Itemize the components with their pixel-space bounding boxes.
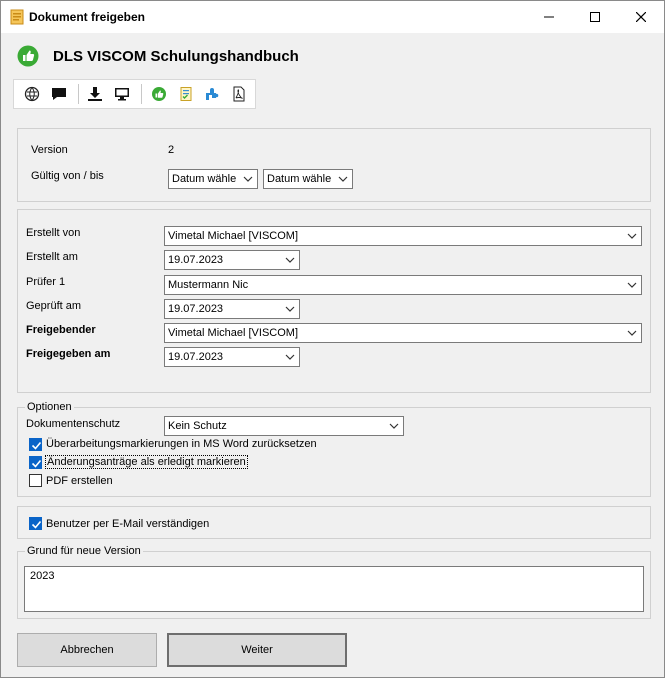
version-panel: Version 2 Gültig von / bis Datum wähle D… bbox=[17, 128, 651, 202]
approver-label: Freigebender bbox=[26, 324, 96, 336]
reason-group: Grund für neue Version 2023 bbox=[17, 545, 651, 619]
created-at-label: Erstellt am bbox=[26, 251, 78, 263]
reviewer-value: Mustermann Nic bbox=[168, 279, 249, 291]
valid-to-picker[interactable]: Datum wähle bbox=[263, 169, 353, 189]
app-icon bbox=[9, 9, 25, 25]
download-icon[interactable] bbox=[84, 83, 106, 105]
chevron-down-icon bbox=[243, 176, 253, 182]
protection-value: Kein Schutz bbox=[168, 420, 227, 432]
chevron-down-icon bbox=[389, 423, 399, 429]
toolbar-separator bbox=[77, 84, 79, 104]
thumbs-up-icon bbox=[17, 45, 39, 67]
comment-icon[interactable] bbox=[48, 83, 70, 105]
maximize-button[interactable] bbox=[572, 1, 618, 33]
globe-icon[interactable] bbox=[21, 83, 43, 105]
toolbar bbox=[13, 79, 256, 109]
approver-value: Vimetal Michael [VISCOM] bbox=[168, 327, 299, 339]
protection-label: Dokumentenschutz bbox=[26, 418, 121, 430]
reset-markup-label[interactable]: Überarbeitungsmarkierungen in MS Word zu… bbox=[46, 438, 317, 450]
mark-requests-checkbox[interactable] bbox=[29, 456, 42, 469]
created-at-picker[interactable]: 19.07.2023 bbox=[164, 250, 300, 270]
chevron-down-icon bbox=[285, 257, 295, 263]
create-pdf-checkbox[interactable] bbox=[29, 474, 42, 487]
version-value: 2 bbox=[168, 144, 175, 156]
monitor-icon[interactable] bbox=[111, 83, 133, 105]
close-icon bbox=[636, 12, 646, 22]
valid-to-value: Datum wähle bbox=[267, 173, 332, 185]
reason-textarea[interactable]: 2023 bbox=[24, 566, 644, 612]
options-group: Optionen Dokumentenschutz Kein Schutz Üb… bbox=[17, 401, 651, 497]
next-button[interactable]: Weiter bbox=[167, 633, 347, 667]
reviewer-select[interactable]: Mustermann Nic bbox=[164, 275, 642, 295]
reviewed-at-picker[interactable]: 19.07.2023 bbox=[164, 299, 300, 319]
title-bar: Dokument freigeben bbox=[1, 1, 664, 33]
chevron-down-icon bbox=[285, 306, 295, 312]
approved-at-value: 19.07.2023 bbox=[168, 351, 224, 363]
valid-label: Gültig von / bis bbox=[31, 170, 104, 182]
notify-checkbox[interactable] bbox=[29, 517, 42, 530]
protection-select[interactable]: Kein Schutz bbox=[164, 416, 404, 436]
document-title: DLS VISCOM Schulungshandbuch bbox=[53, 47, 299, 65]
valid-from-value: Datum wähle bbox=[172, 173, 237, 185]
approver-select[interactable]: Vimetal Michael [VISCOM] bbox=[164, 323, 642, 343]
chevron-down-icon bbox=[627, 233, 637, 239]
approval-panel: Erstellt von Vimetal Michael [VISCOM] Er… bbox=[17, 209, 651, 393]
checkmark-icon bbox=[31, 459, 42, 468]
checkmark-icon bbox=[31, 520, 42, 529]
approved-at-picker[interactable]: 19.07.2023 bbox=[164, 347, 300, 367]
notify-label[interactable]: Benutzer per E-Mail verständigen bbox=[46, 518, 209, 530]
reviewer-label: Prüfer 1 bbox=[26, 276, 66, 288]
dialog-window: Dokument freigeben DLS VISCOM Schulungsh… bbox=[0, 0, 665, 678]
puzzle-icon[interactable] bbox=[201, 83, 223, 105]
valid-from-picker[interactable]: Datum wähle bbox=[168, 169, 258, 189]
checklist-icon[interactable] bbox=[175, 83, 197, 105]
minimize-icon bbox=[544, 16, 554, 18]
notify-panel: Benutzer per E-Mail verständigen bbox=[17, 506, 651, 539]
reset-markup-checkbox[interactable] bbox=[29, 438, 42, 451]
toolbar-separator bbox=[140, 84, 142, 104]
reviewed-at-value: 19.07.2023 bbox=[168, 303, 224, 315]
approved-at-label: Freigegeben am bbox=[26, 348, 111, 360]
created-by-select[interactable]: Vimetal Michael [VISCOM] bbox=[164, 226, 642, 246]
created-by-value: Vimetal Michael [VISCOM] bbox=[168, 230, 299, 242]
chevron-down-icon bbox=[285, 354, 295, 360]
chevron-down-icon bbox=[627, 282, 637, 288]
green-thumb-icon[interactable] bbox=[148, 83, 170, 105]
maximize-icon bbox=[590, 12, 600, 22]
checkmark-icon bbox=[31, 441, 42, 450]
reviewed-at-label: Geprüft am bbox=[26, 300, 82, 312]
reason-title: Grund für neue Version bbox=[25, 545, 143, 557]
window-title: Dokument freigeben bbox=[29, 10, 146, 24]
close-button[interactable] bbox=[618, 1, 664, 33]
chevron-down-icon bbox=[338, 176, 348, 182]
cancel-button[interactable]: Abbrechen bbox=[17, 633, 157, 667]
created-at-value: 19.07.2023 bbox=[168, 254, 224, 266]
version-label: Version bbox=[31, 144, 68, 156]
options-title: Optionen bbox=[25, 401, 74, 413]
document-header: DLS VISCOM Schulungshandbuch bbox=[17, 43, 299, 69]
create-pdf-label[interactable]: PDF erstellen bbox=[46, 475, 113, 487]
chevron-down-icon bbox=[627, 330, 637, 336]
pdf-icon[interactable] bbox=[228, 83, 250, 105]
mark-requests-label[interactable]: Änderungsanträge als erledigt markieren bbox=[45, 455, 248, 469]
minimize-button[interactable] bbox=[526, 1, 572, 33]
created-by-label: Erstellt von bbox=[26, 227, 81, 239]
